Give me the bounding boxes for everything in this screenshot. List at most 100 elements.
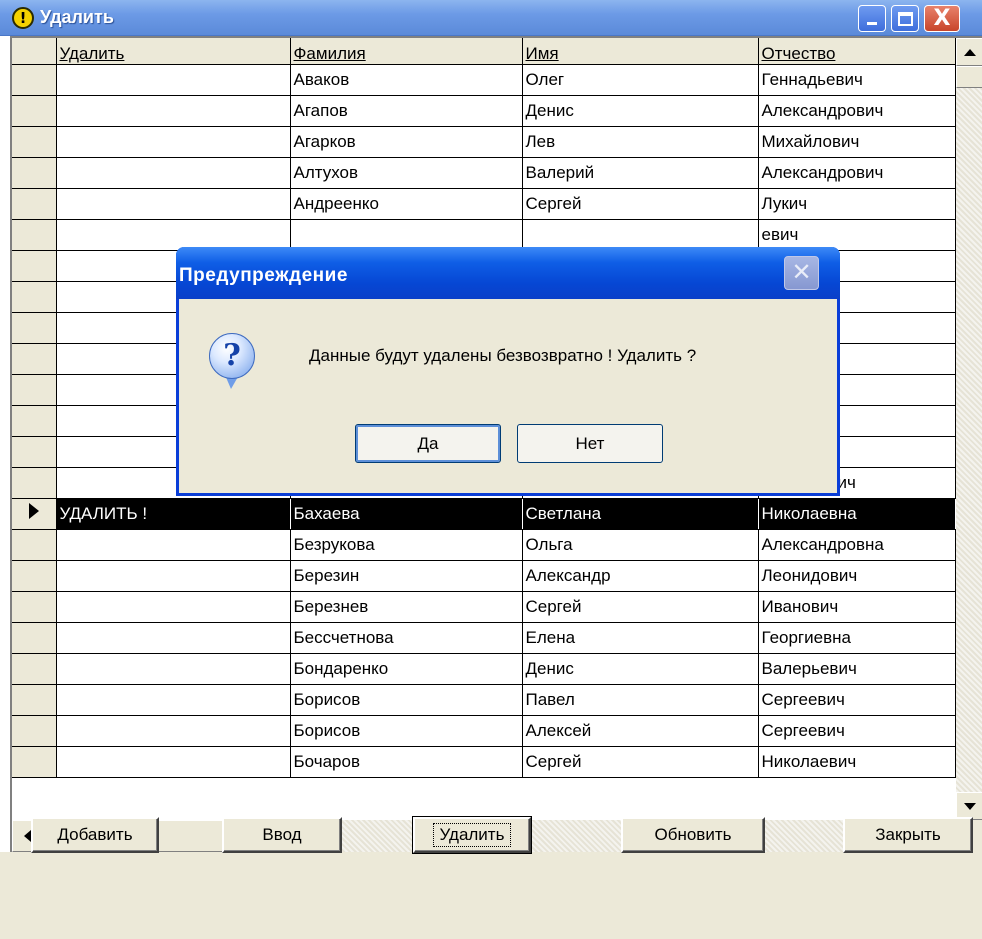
cell-delete[interactable]	[56, 653, 291, 685]
cell-first-name[interactable]: Денис	[522, 95, 759, 127]
cell-patronymic[interactable]: Сергеевич	[758, 684, 956, 716]
cell-patronymic[interactable]: Валерьевич	[758, 653, 956, 685]
table-row[interactable]: евич	[12, 219, 956, 251]
cell-first-name[interactable]: Сергей	[522, 746, 759, 778]
maximize-button[interactable]	[891, 5, 919, 32]
cell-patronymic[interactable]: Иванович	[758, 591, 956, 623]
window-close-button[interactable]: X	[924, 5, 960, 32]
cell-patronymic[interactable]: Геннадьевич	[758, 64, 956, 96]
scroll-up-button[interactable]	[956, 38, 982, 66]
row-indicator-cell[interactable]	[12, 653, 57, 685]
row-indicator-cell[interactable]	[12, 250, 57, 282]
minimize-button[interactable]	[858, 5, 886, 32]
cell-patronymic[interactable]: Александровна	[758, 529, 956, 561]
cell-first-name[interactable]: Светлана	[522, 498, 759, 530]
cell-patronymic[interactable]: Николаевна	[758, 498, 956, 530]
row-indicator-cell[interactable]	[12, 343, 57, 375]
table-row[interactable]: Березин Александр Леонидович	[12, 560, 956, 592]
cell-last-name[interactable]: Агарков	[290, 126, 523, 158]
cell-last-name[interactable]: Березнев	[290, 591, 523, 623]
column-header-delete[interactable]: Удалить	[56, 38, 291, 65]
row-indicator-cell[interactable]	[12, 374, 57, 406]
cell-patronymic[interactable]: Сергеевич	[758, 715, 956, 747]
row-indicator-cell[interactable]	[12, 64, 57, 96]
cell-patronymic[interactable]: евич	[758, 219, 956, 251]
cell-last-name[interactable]: Бессчетнова	[290, 622, 523, 654]
cell-delete[interactable]	[56, 684, 291, 716]
enter-button[interactable]: Ввод	[222, 817, 342, 853]
row-indicator-cell[interactable]	[12, 126, 57, 158]
cell-last-name[interactable]: Агапов	[290, 95, 523, 127]
vertical-scroll-thumb[interactable]	[956, 66, 982, 88]
cell-first-name[interactable]: Лев	[522, 126, 759, 158]
row-indicator-cell[interactable]	[12, 219, 57, 251]
cell-last-name[interactable]: Андреенко	[290, 188, 523, 220]
row-indicator-cell[interactable]	[12, 746, 57, 778]
column-header-patronymic[interactable]: Отчество	[758, 38, 956, 65]
row-indicator-cell[interactable]	[12, 529, 57, 561]
cell-delete[interactable]	[56, 126, 291, 158]
column-header-first-name[interactable]: Имя	[522, 38, 759, 65]
cell-patronymic[interactable]: Михайлович	[758, 126, 956, 158]
cell-patronymic[interactable]: Леонидович	[758, 560, 956, 592]
cell-delete[interactable]	[56, 715, 291, 747]
cell-delete[interactable]	[56, 529, 291, 561]
row-indicator-cell[interactable]	[12, 157, 57, 189]
cell-delete[interactable]	[56, 219, 291, 251]
dialog-titlebar[interactable]: Предупреждение ✕	[176, 247, 840, 299]
table-row[interactable]: Бочаров Сергей Николаевич	[12, 746, 956, 778]
cell-patronymic[interactable]: Александрович	[758, 95, 956, 127]
table-row[interactable]: Березнев Сергей Иванович	[12, 591, 956, 623]
cell-patronymic[interactable]: Александрович	[758, 157, 956, 189]
table-row[interactable]: Бондаренко Денис Валерьевич	[12, 653, 956, 685]
row-indicator-cell[interactable]	[12, 498, 57, 530]
cell-first-name[interactable]: Елена	[522, 622, 759, 654]
confirm-dialog[interactable]: Предупреждение ✕ ? Данные будут удалены …	[176, 247, 840, 496]
cell-last-name[interactable]: Бахаева	[290, 498, 523, 530]
cell-first-name[interactable]: Александр	[522, 560, 759, 592]
cell-first-name[interactable]: Олег	[522, 64, 759, 96]
row-indicator-cell[interactable]	[12, 684, 57, 716]
table-row[interactable]: Агапов Денис Александрович	[12, 95, 956, 127]
table-row[interactable]: Андреенко Сергей Лукич	[12, 188, 956, 220]
table-row[interactable]: Бессчетнова Елена Георгиевна	[12, 622, 956, 654]
table-row[interactable]: Аваков Олег Геннадьевич	[12, 64, 956, 96]
cell-patronymic[interactable]: Георгиевна	[758, 622, 956, 654]
cell-first-name[interactable]: Ольга	[522, 529, 759, 561]
row-indicator-cell[interactable]	[12, 312, 57, 344]
vertical-scrollbar[interactable]	[956, 38, 982, 820]
cell-first-name[interactable]	[522, 219, 759, 251]
dialog-yes-button[interactable]: Да	[355, 424, 501, 463]
cell-delete[interactable]	[56, 188, 291, 220]
scroll-down-button[interactable]	[956, 792, 982, 820]
row-indicator-cell[interactable]	[12, 188, 57, 220]
cell-last-name[interactable]: Бондаренко	[290, 653, 523, 685]
row-indicator-cell[interactable]	[12, 560, 57, 592]
row-indicator-cell[interactable]	[12, 281, 57, 313]
cell-first-name[interactable]: Алексей	[522, 715, 759, 747]
row-indicator-cell[interactable]	[12, 715, 57, 747]
cell-last-name[interactable]: Березин	[290, 560, 523, 592]
cell-last-name[interactable]: Аваков	[290, 64, 523, 96]
cell-first-name[interactable]: Денис	[522, 653, 759, 685]
row-indicator-cell[interactable]	[12, 591, 57, 623]
window-titlebar[interactable]: ! Удалить X	[0, 0, 982, 36]
cell-delete[interactable]	[56, 560, 291, 592]
table-row[interactable]: Агарков Лев Михайлович	[12, 126, 956, 158]
row-indicator-cell[interactable]	[12, 467, 57, 499]
dialog-no-button[interactable]: Нет	[517, 424, 663, 463]
delete-button[interactable]: Удалить	[412, 816, 532, 854]
cell-first-name[interactable]: Сергей	[522, 591, 759, 623]
cell-last-name[interactable]: Безрукова	[290, 529, 523, 561]
cell-first-name[interactable]: Валерий	[522, 157, 759, 189]
cell-first-name[interactable]: Сергей	[522, 188, 759, 220]
cell-delete[interactable]: УДАЛИТЬ !	[56, 498, 291, 530]
table-row[interactable]: Борисов Павел Сергеевич	[12, 684, 956, 716]
cell-last-name[interactable]	[290, 219, 523, 251]
dialog-close-button[interactable]: ✕	[784, 256, 819, 290]
cell-delete[interactable]	[56, 157, 291, 189]
cell-patronymic[interactable]: Лукич	[758, 188, 956, 220]
row-indicator-cell[interactable]	[12, 622, 57, 654]
table-row[interactable]: УДАЛИТЬ ! Бахаева Светлана Николаевна	[12, 498, 956, 530]
table-row[interactable]: Борисов Алексей Сергеевич	[12, 715, 956, 747]
